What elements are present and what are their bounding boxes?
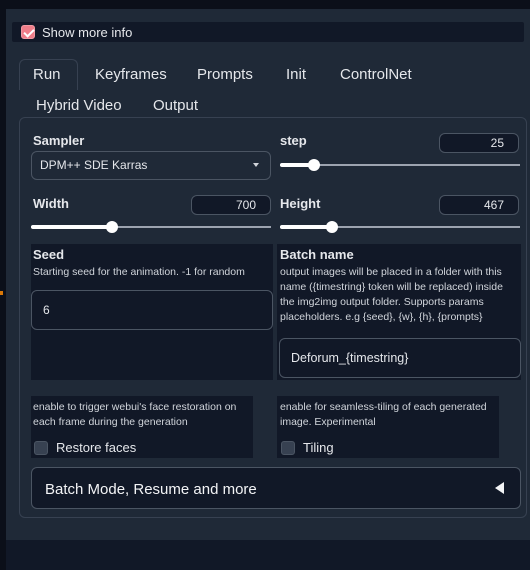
seed-label: Seed (33, 247, 65, 262)
sampler-value: DPM++ SDE Karras (40, 158, 148, 172)
tiling-checkbox[interactable] (281, 441, 295, 455)
sampler-dropdown[interactable]: DPM++ SDE Karras (31, 151, 271, 180)
step-label: step (280, 133, 307, 148)
batch-name-description: output images will be placed in a folder… (280, 266, 503, 323)
restore-faces-label: Restore faces (56, 440, 137, 455)
width-slider-thumb[interactable] (106, 221, 118, 233)
tab-controlnet[interactable]: ControlNet (340, 66, 412, 83)
height-slider-thumb[interactable] (326, 221, 338, 233)
tab-prompts[interactable]: Prompts (197, 66, 253, 83)
width-label: Width (33, 196, 69, 211)
seed-input[interactable]: 6 (31, 290, 273, 330)
show-more-info-label: Show more info (42, 25, 133, 40)
tab-hybrid-video[interactable]: Hybrid Video (36, 97, 122, 114)
side-marker (0, 291, 3, 295)
batch-name-label: Batch name (280, 247, 354, 262)
tab-init[interactable]: Init (286, 66, 306, 83)
bottom-strip (6, 540, 530, 570)
triangle-left-icon[interactable] (495, 482, 504, 494)
batch-mode-accordion-label: Batch Mode, Resume and more (45, 481, 257, 498)
show-more-info-checkbox[interactable] (21, 25, 35, 39)
batch-name-input[interactable]: Deforum_{timestring} (279, 338, 521, 378)
step-slider-thumb[interactable] (308, 159, 320, 171)
chevron-down-icon (253, 163, 259, 167)
step-input[interactable]: 25 (439, 133, 519, 153)
height-slider-fill (280, 225, 332, 229)
height-input[interactable]: 467 (439, 195, 519, 215)
width-input[interactable]: 700 (191, 195, 271, 215)
restore-faces-description: enable to trigger webui's face restorati… (33, 401, 237, 428)
height-label: Height (280, 196, 321, 211)
tiling-description: enable for seamless-tiling of each gener… (280, 401, 487, 428)
tab-output[interactable]: Output (153, 97, 198, 114)
tab-run[interactable]: Run (33, 66, 61, 83)
tiling-label: Tiling (303, 440, 334, 455)
width-slider-fill (31, 225, 112, 229)
seed-description: Starting seed for the animation. -1 for … (33, 266, 245, 278)
restore-faces-checkbox[interactable] (34, 441, 48, 455)
tab-keyframes[interactable]: Keyframes (95, 66, 167, 83)
sampler-label: Sampler (33, 133, 85, 148)
